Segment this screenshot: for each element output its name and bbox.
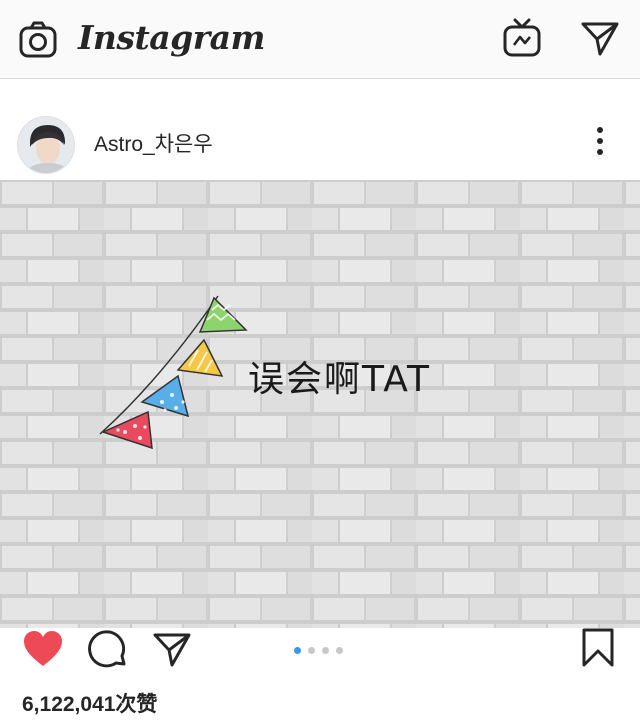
- share-icon[interactable]: [152, 630, 192, 670]
- carousel-dot-active: [294, 647, 301, 654]
- more-options-icon[interactable]: [590, 124, 610, 158]
- top-navigation-bar: Instagram: [0, 0, 640, 79]
- carousel-dot: [322, 647, 329, 654]
- post-action-bar: [0, 628, 640, 678]
- carousel-dot: [308, 647, 315, 654]
- save-bookmark-icon[interactable]: [580, 628, 616, 668]
- direct-message-icon[interactable]: [580, 18, 620, 58]
- photo-caption-text: 误会啊TAT: [248, 359, 432, 400]
- post-photo[interactable]: 误会啊TAT: [0, 180, 640, 628]
- brick-wall-image: [0, 180, 640, 628]
- carousel-indicator: [294, 641, 350, 654]
- instagram-logo[interactable]: Instagram: [78, 18, 265, 57]
- comment-icon[interactable]: [88, 630, 128, 670]
- username[interactable]: Astro_차은우: [94, 128, 213, 158]
- igtv-icon[interactable]: [502, 18, 542, 58]
- carousel-dot: [336, 647, 343, 654]
- avatar-image: [18, 117, 74, 173]
- like-count[interactable]: 6,122,041次赞: [22, 688, 157, 718]
- avatar[interactable]: [17, 116, 75, 174]
- post-header: Astro_차은우: [0, 100, 640, 180]
- camera-icon[interactable]: [18, 20, 58, 60]
- like-heart-icon[interactable]: [22, 630, 64, 668]
